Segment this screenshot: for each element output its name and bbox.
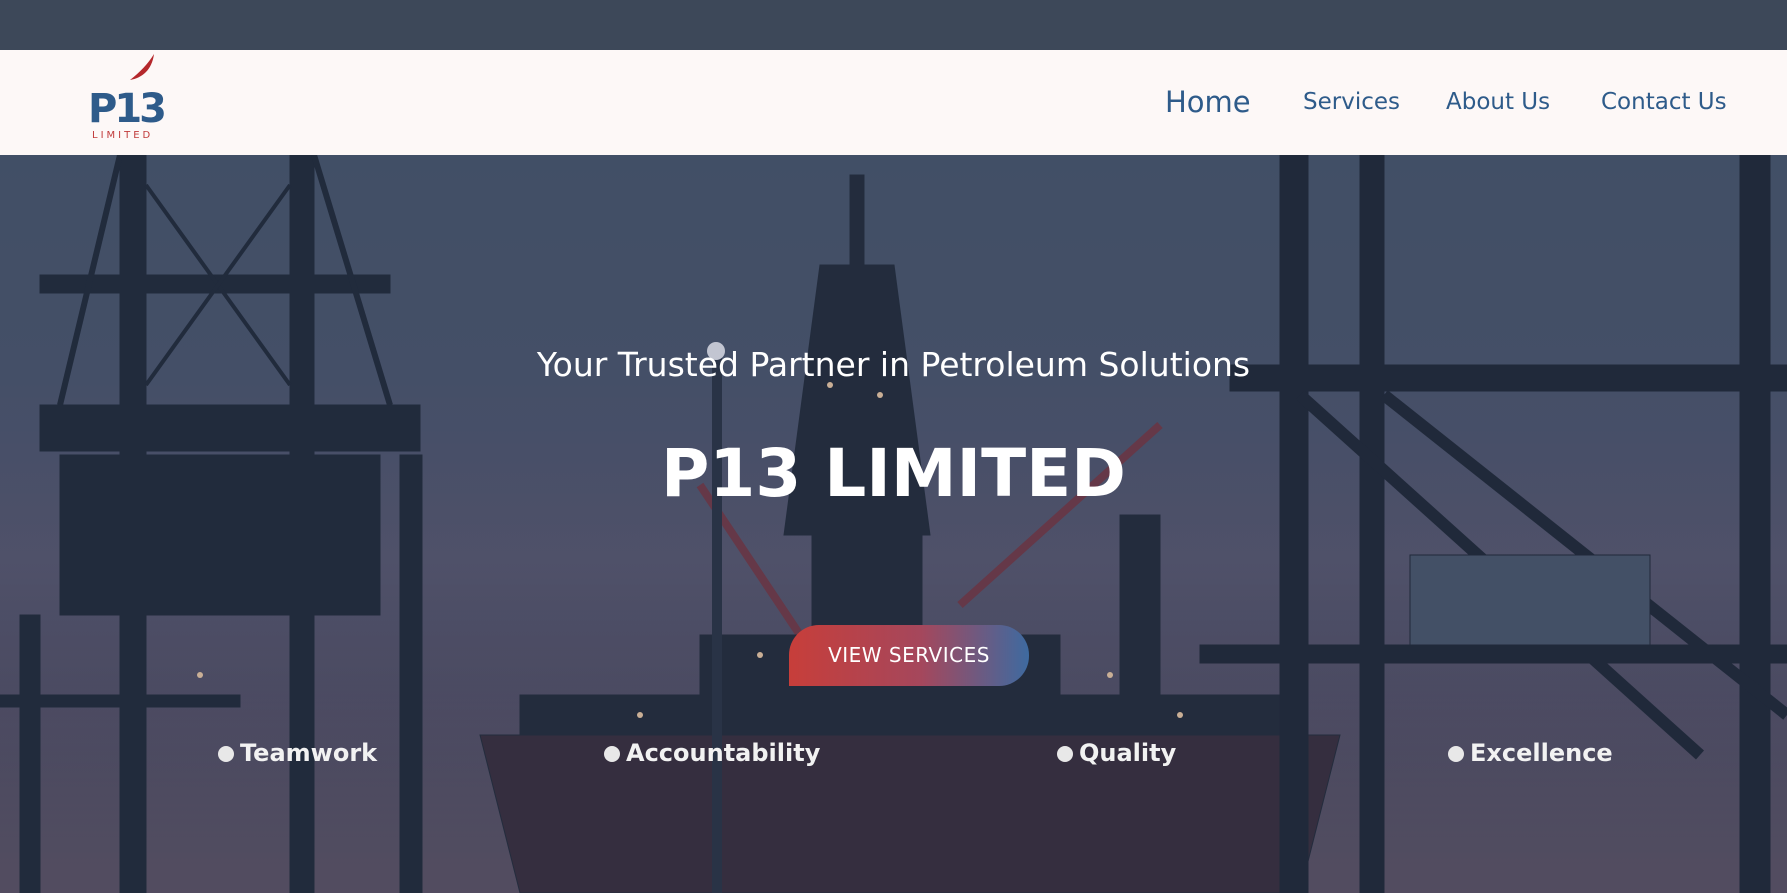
value-label: Accountability	[626, 739, 821, 767]
value-excellence: Excellence	[1448, 735, 1613, 771]
value-label: Quality	[1079, 739, 1177, 767]
hero-tagline: Your Trusted Partner in Petroleum Soluti…	[536, 345, 1251, 384]
logo-wordmark: P13	[88, 86, 167, 132]
hero-section: Your Trusted Partner in Petroleum Soluti…	[0, 155, 1787, 893]
hero-overlay	[0, 155, 1787, 893]
value-quality: Quality	[1057, 735, 1176, 771]
flame-swoosh-icon	[130, 54, 154, 80]
value-label: Excellence	[1470, 739, 1613, 767]
nav-about-us[interactable]: About Us	[1446, 50, 1550, 155]
top-bar	[0, 0, 1787, 50]
value-accountability: Accountability	[604, 735, 820, 771]
circle-bullet-icon	[218, 746, 234, 762]
circle-bullet-icon	[1057, 746, 1073, 762]
hero-title: P13 LIMITED	[661, 435, 1126, 512]
nav-contact-us[interactable]: Contact Us	[1601, 50, 1727, 155]
value-teamwork: Teamwork	[218, 735, 377, 771]
circle-bullet-icon	[604, 746, 620, 762]
circle-bullet-icon	[1448, 746, 1464, 762]
site-logo[interactable]: P13 LIMITED	[88, 52, 168, 142]
nav-services[interactable]: Services	[1303, 50, 1400, 155]
logo-subtext: LIMITED	[92, 130, 154, 141]
nav-home[interactable]: Home	[1165, 50, 1251, 155]
value-label: Teamwork	[240, 739, 378, 767]
view-services-button[interactable]: VIEW SERVICES	[789, 625, 1029, 686]
